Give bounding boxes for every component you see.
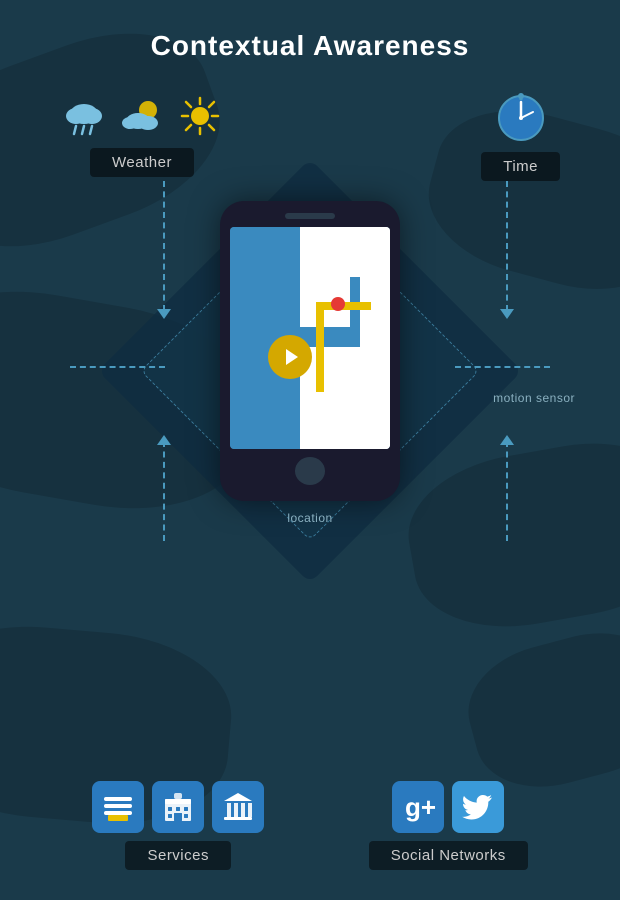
dashed-line-left-bottom [163,441,165,541]
weather-icons [60,92,224,140]
page-title: Contextual Awareness [151,30,470,62]
services-label: Services [125,841,231,870]
dashed-line-horizontal-left [70,366,165,368]
dashed-line-right-top [506,181,508,311]
dashed-line-right-bottom [506,441,508,541]
partly-cloudy-icon [118,92,166,140]
bank-icon [212,781,264,833]
middle-section: motion sensor [0,181,620,771]
rain-cloud-icon [60,92,108,140]
social-networks-label: Social Networks [369,841,528,870]
phone-speaker [285,213,335,219]
motion-sensor-label: motion sensor [493,391,575,405]
social-networks-group: g+ Social Networks [369,781,528,870]
twitter-icon [452,781,504,833]
phone-home-button [295,457,325,485]
time-label: Time [481,152,560,181]
dashed-line-horizontal-right [455,366,550,368]
burger-shop-icon [92,781,144,833]
sun-icon [176,92,224,140]
top-section: Weather Time [0,92,620,181]
nav-arrow-icon [286,349,298,365]
arrow-weather-down [157,309,171,319]
services-icons [92,781,264,833]
hotel-icon [152,781,204,833]
arrow-services-up [157,435,171,445]
page-container: Contextual Awareness [0,0,620,900]
svg-text:g+: g+ [405,792,436,822]
google-plus-icon: g+ [392,781,444,833]
phone-screen [230,227,390,450]
road-right [360,227,390,450]
bottom-section: Services g+ Social Networks [0,781,620,870]
route-line-v [316,302,324,392]
weather-label: Weather [90,148,194,177]
location-label: location [287,511,332,525]
dashed-line-left-top [163,181,165,311]
arrow-time-down [500,309,514,319]
phone [220,201,400,501]
nav-button[interactable] [268,335,312,379]
weather-group: Weather [60,92,224,181]
clock-icon [495,92,547,144]
services-group: Services [92,781,264,870]
social-icons: g+ [392,781,504,833]
location-dot [331,297,345,311]
arrow-social-up [500,435,514,445]
time-group: Time [481,92,560,181]
